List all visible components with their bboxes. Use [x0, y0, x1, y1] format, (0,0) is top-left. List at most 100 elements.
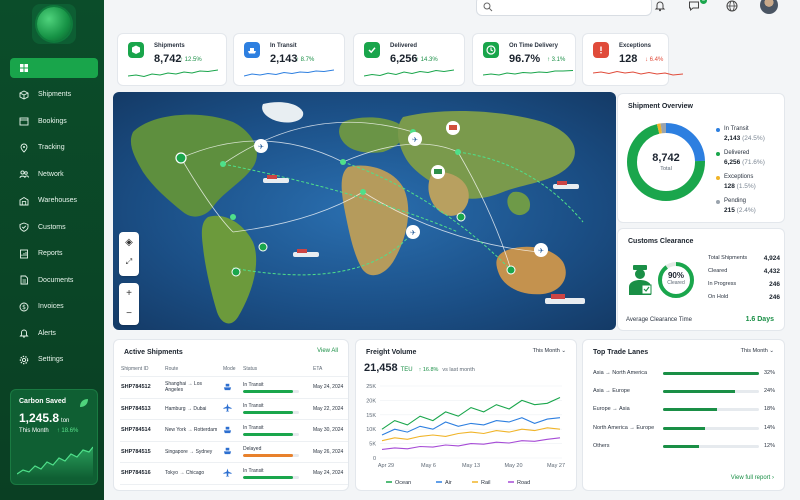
view-full-report-link[interactable]: View full report ›	[731, 475, 774, 481]
column-header: ETA	[312, 364, 348, 377]
table-row[interactable]: SHP784514 New York → Rotterdam In Transit M…	[120, 419, 348, 442]
chat-icon[interactable]	[688, 0, 700, 12]
expand-icon[interactable]: ⤢	[119, 252, 139, 272]
kpi-card-in-transit[interactable]: In Transit 2,143 ↑ 8.7%	[233, 33, 345, 86]
sidebar-item-warehouses[interactable]: Warehouses	[10, 191, 98, 211]
column-header: Shipment ID	[120, 364, 164, 377]
customs-stat-row: Total Shipments 4,924	[708, 255, 780, 262]
shipment-eta: May 24, 2024	[312, 376, 348, 399]
bell-icon[interactable]	[654, 0, 666, 12]
x-tick-label: May 6	[421, 463, 436, 469]
svg-text:✈: ✈	[258, 143, 264, 151]
x-tick-label: May 20	[504, 463, 522, 469]
trade-lanes-panel: Top Trade Lanes This Month ⌄ Asia → Nort…	[582, 339, 785, 491]
svg-text:✈: ✈	[538, 247, 544, 255]
avatar[interactable]	[760, 0, 778, 14]
kpi-card-on-time-delivery[interactable]: On Time Delivery 96.7% ↑ 3.1%	[472, 33, 576, 86]
sidebar-item-bookings[interactable]: Bookings	[10, 111, 98, 131]
legend-label: Ocean	[395, 480, 411, 486]
kpi-change: ↑ 12.5%	[180, 57, 202, 63]
leaf-icon	[80, 399, 88, 407]
sidebar-item-settings[interactable]: Settings	[10, 350, 98, 370]
sidebar-item-shipments[interactable]: Shipments	[10, 85, 98, 105]
shipment-eta: May 26, 2024	[312, 441, 348, 463]
sidebar-item-invoices[interactable]: $ Invoices	[10, 297, 98, 317]
kpi-label: Delivered	[390, 43, 418, 49]
sidebar-item-label: Network	[38, 170, 64, 178]
kpi-value: 96.7%	[509, 53, 541, 65]
view-all-link[interactable]: View All	[317, 348, 338, 354]
sidebar-item-label: Customs	[38, 223, 66, 231]
shipment-id: SHP784515	[120, 441, 164, 463]
table-row[interactable]: SHP784512 Shanghai → Los Angeles In Transi…	[120, 376, 348, 399]
sidebar-item-tracking[interactable]: Tracking	[10, 138, 98, 158]
svg-text:✈: ✈	[410, 229, 416, 237]
app-logo[interactable]	[32, 4, 76, 44]
zoom-in-button[interactable]: +	[119, 283, 139, 303]
globe-icon[interactable]	[726, 0, 738, 12]
shipment-eta: May 24, 2024	[312, 462, 348, 485]
shipment-id: SHP784512	[120, 376, 164, 399]
sidebar-item-reports[interactable]: Reports	[10, 244, 98, 264]
freight-volume-panel: Freight Volume This Month ⌄ 21,458 TEU ↑…	[355, 339, 577, 491]
shield-icon	[18, 221, 30, 233]
sidebar-item-network[interactable]: Network	[10, 164, 98, 184]
dollar-icon: $	[18, 301, 30, 313]
box-icon	[18, 89, 30, 101]
table-row[interactable]: SHP784516 Tokyo → Chicago In Transit May 24…	[120, 462, 348, 485]
kpi-label: In Transit	[270, 43, 297, 49]
legend-label: Air	[445, 480, 452, 486]
column-header: Route	[164, 364, 222, 377]
kpi-card-shipments[interactable]: Shipments 8,742 ↑ 12.5%	[117, 33, 227, 86]
check-icon	[364, 42, 380, 58]
column-header: Status	[242, 364, 312, 377]
x-tick-label: May 13	[462, 463, 480, 469]
ship-icon	[222, 376, 242, 399]
pin-icon	[18, 142, 30, 154]
shipment-status: Delayed	[242, 441, 312, 463]
layers-icon[interactable]: ◈	[119, 232, 139, 252]
carbon-saved-card: Carbon Saved 1,245.8 ton This Month ↑ 18.6…	[10, 389, 98, 485]
legend-dot	[716, 176, 720, 180]
sidebar-item-alerts[interactable]: Alerts	[10, 323, 98, 343]
sidebar-item-label: Settings	[38, 356, 64, 363]
kpi-change: ↑ 8.7%	[296, 57, 315, 63]
kpi-card-exceptions[interactable]: Exceptions 128 ↓ 6.4%	[582, 33, 683, 86]
world-map[interactable]: ✈ ✈ ✈ ✈	[113, 92, 616, 330]
kpi-card-delivered[interactable]: Delivered 6,256 ↑ 14.3%	[353, 33, 465, 86]
kpi-value: 6,256	[390, 53, 418, 65]
shipment-route: Singapore → Sydney	[164, 441, 222, 463]
table-row[interactable]: SHP784513 Hamburg → Dubai In Transit May 22…	[120, 398, 348, 420]
sidebar-item-documents[interactable]: Documents	[10, 270, 98, 290]
kpi-label: Shipments	[154, 43, 185, 49]
kpi-sparkline	[244, 69, 334, 77]
kpi-change: ↑ 14.3%	[416, 57, 438, 63]
kpi-label: On Time Delivery	[509, 43, 558, 49]
lanes-period-select[interactable]: This Month ⌄	[741, 348, 774, 354]
y-tick-label: 0	[373, 456, 376, 462]
legend-label: Rail	[481, 480, 490, 486]
zoom-out-button[interactable]: −	[119, 303, 139, 323]
shipment-route: Shanghai → Los Angeles	[164, 376, 222, 399]
sidebar-item-customs[interactable]: Customs	[10, 217, 98, 237]
kpi-label: Exceptions	[619, 43, 652, 49]
sidebar: Shipments Bookings Tracking Network Warehous…	[0, 0, 104, 500]
avg-clearance-label: Average Clearance Time	[626, 317, 692, 323]
overview-legend-item: Delivered 6,256 (71.6%)	[716, 150, 765, 166]
legend-dot	[716, 200, 720, 204]
sidebar-item-dashboard[interactable]	[10, 58, 98, 78]
series-line-rail	[381, 427, 561, 442]
gear-icon	[18, 354, 30, 366]
shipment-status: In Transit	[242, 419, 312, 442]
y-tick-label: 10K	[366, 427, 376, 433]
document-icon	[18, 274, 30, 286]
legend-dot	[716, 128, 720, 132]
freight-period-select[interactable]: This Month ⌄	[533, 348, 566, 354]
kpi-sparkline	[483, 70, 573, 76]
carbon-sparkline	[17, 446, 93, 478]
shipment-id: SHP784514	[120, 419, 164, 442]
search-input[interactable]	[476, 0, 652, 16]
table-row[interactable]: SHP784515 Singapore → Sydney Delayed May 26…	[120, 441, 348, 463]
lanes-title: Top Trade Lanes	[593, 349, 649, 356]
overview-legend-item: Exceptions 128 (1.5%)	[716, 174, 756, 190]
